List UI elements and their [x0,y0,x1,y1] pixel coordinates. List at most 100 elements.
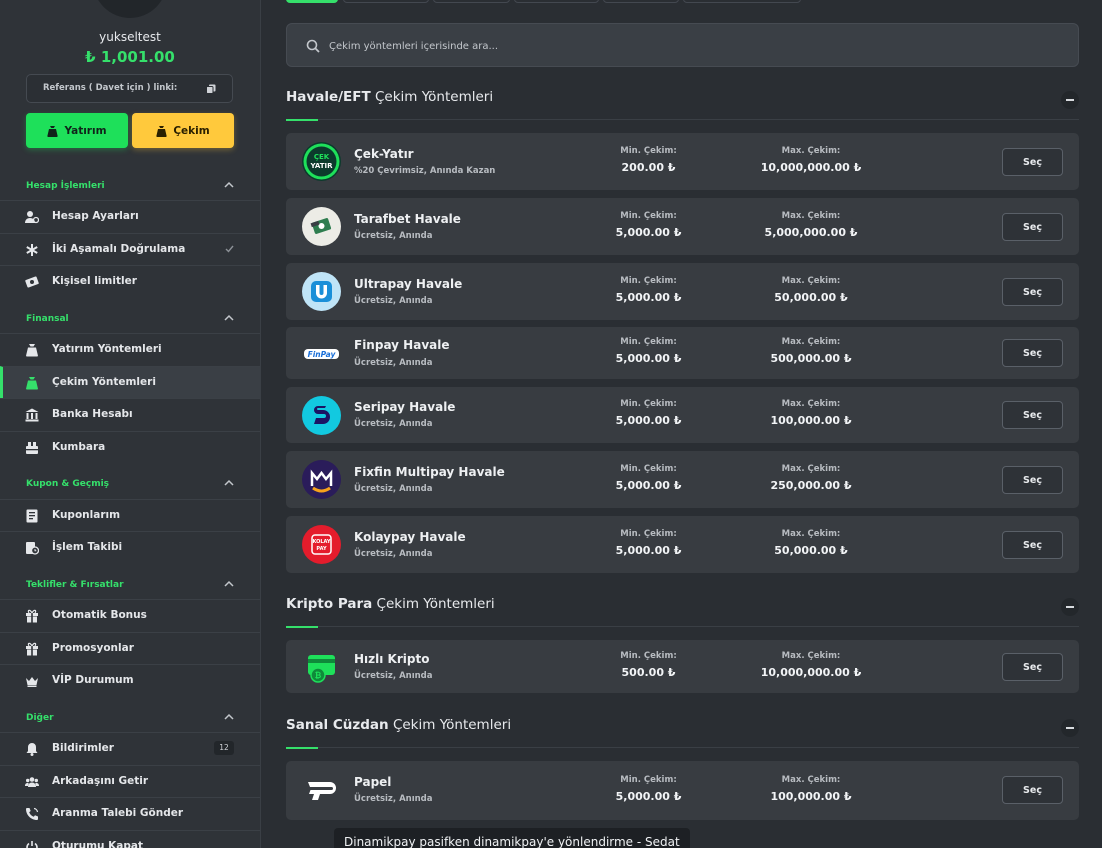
method-row-cek-yatir: ÇEK YATIR Çek-Yatır %20 Çevrimsiz, Anında… [286,133,1079,190]
chevron-up-icon [224,713,234,720]
sidebar-item-label: İki Aşamalı Doğrulama [52,243,186,255]
select-button[interactable]: Seç [1002,531,1063,559]
money-icon [25,276,39,288]
select-button[interactable]: Seç [1002,148,1063,176]
sidebar-item-vip-durumum[interactable]: VİP Durumum [0,664,260,696]
sidebar-item-label: Kuponlarım [52,509,121,521]
collapse-button[interactable] [1061,598,1079,616]
withdraw-label: Çekim [173,124,210,137]
moneybag-icon [47,125,59,137]
search-bar [286,23,1079,67]
select-button[interactable]: Seç [1002,776,1063,804]
sidebar-item-label: Hesap Ayarları [52,210,139,222]
min-withdraw: Min. Çekim: 5,000.00 ₺ [615,529,682,557]
method-name: Tarafbet Havale [354,212,461,226]
sidebar-item-kuponlarim[interactable]: Kuponlarım [0,499,260,531]
method-name: Hızlı Kripto [354,652,430,666]
method-subtitle: Ücretsiz, Anında [354,419,433,429]
referral-label: Referans ( Davet için ) linki: [43,83,178,93]
piggy-icon [26,442,38,454]
sidebar-item-hesap-ayarlari[interactable]: Hesap Ayarları [0,200,260,232]
method-row-fixfin: Fixfin Multipay Havale Ücretsiz, Anında … [286,451,1079,508]
sidebar-item-label: Aranma Talebi Gönder [52,807,184,819]
withdraw-button[interactable]: Çekim [132,113,234,148]
select-button[interactable]: Seç [1002,401,1063,429]
min-withdraw: Min. Çekim: 5,000.00 ₺ [615,276,682,304]
tab-5[interactable] [603,0,679,3]
sidebar-item-bildirimler[interactable]: Bildirimler 12 [0,732,260,764]
section-teklifler[interactable]: Teklifler & Fırsatlar [0,570,260,600]
tab-2[interactable] [343,0,429,3]
min-withdraw: Min. Çekim: 500.00 ₺ [620,651,677,679]
method-subtitle: Ücretsiz, Anında [354,484,433,494]
sidebar-item-aranma-talebi[interactable]: Aranma Talebi Gönder [0,797,260,829]
section-finansal[interactable]: Finansal [0,304,260,334]
tooltip: Dinamikpay pasifken dinamikpay'e yönlend… [334,828,690,848]
sidebar-item-arkadasini-getir[interactable]: Arkadaşını Getir [0,765,260,797]
sidebar-item-kisisel-limitler[interactable]: Kişisel limitler [0,265,260,297]
tab-3[interactable] [433,0,510,3]
sidebar-item-label: Arkadaşını Getir [52,775,149,787]
moneybag-icon [156,125,167,137]
tab-1[interactable] [286,0,338,3]
balance: ₺ 1,001.00 [85,48,175,66]
sidebar-item-label: Yatırım Yöntemleri [52,343,162,355]
select-button[interactable]: Seç [1002,278,1063,306]
bank-icon [25,408,39,422]
section-title: Finansal [26,314,69,324]
sidebar-item-promosyonlar[interactable]: Promosyonlar [0,632,260,664]
sidebar-item-islem-takibi[interactable]: İşlem Takibi [0,531,260,563]
chevron-up-icon [224,580,234,587]
referral-link-box[interactable]: Referans ( Davet için ) linki: [26,74,233,103]
select-button[interactable]: Seç [1002,213,1063,241]
power-icon [26,841,38,848]
sidebar-item-yatirim-yontemleri[interactable]: Yatırım Yöntemleri [0,333,260,365]
group-header-kripto: Kripto Para Çekim Yöntemleri [286,591,1079,628]
sidebar-item-iki-asamali[interactable]: İki Aşamalı Doğrulama [0,233,260,265]
tab-4[interactable] [514,0,599,3]
avatar[interactable] [93,0,167,18]
sidebar-item-label: Çekim Yöntemleri [52,376,156,388]
min-withdraw: Min. Çekim: 200.00 ₺ [620,146,677,174]
sidebar-item-cekim-yontemleri[interactable]: Çekim Yöntemleri [0,366,260,398]
sidebar-item-label: Oturumu Kapat [52,840,143,848]
deposit-button[interactable]: Yatırım [26,113,128,148]
sidebar-item-kumbara[interactable]: Kumbara [0,431,260,463]
papel-logo-icon [302,771,341,810]
collapse-button[interactable] [1061,91,1079,109]
tab-6[interactable] [683,0,801,3]
method-subtitle: Ücretsiz, Anında [354,794,433,804]
tarafbet-logo-icon [302,207,341,246]
collapse-button[interactable] [1061,719,1079,737]
sidebar-item-banka-hesabi[interactable]: Banka Hesabı [0,398,260,430]
method-subtitle: Ücretsiz, Anında [354,671,433,681]
ticket-icon [26,509,38,523]
min-withdraw: Min. Çekim: 5,000.00 ₺ [615,337,682,365]
divider [318,626,1079,627]
main-content: Havale/EFT Çekim Yöntemleri ÇEKYATIR Çek… [261,0,1102,848]
max-withdraw: Max. Çekim: 100,000.00 ₺ [770,399,852,427]
section-hesap-islemleri[interactable]: Hesap İşlemleri [0,171,260,201]
method-name: Papel [354,775,392,789]
crown-icon [26,677,38,687]
min-withdraw: Min. Çekim: 5,000.00 ₺ [615,464,682,492]
method-row-kolaypay: KOLAY PAY Kolaypay Havale Ücretsiz, Anınd… [286,516,1079,573]
section-diger[interactable]: Diğer [0,703,260,733]
select-button[interactable]: Seç [1002,466,1063,494]
method-subtitle: Ücretsiz, Anında [354,549,433,559]
chevron-up-icon [224,479,234,486]
select-button[interactable]: Seç [1002,339,1063,367]
select-button[interactable]: Seç [1002,653,1063,681]
method-subtitle: Ücretsiz, Anında [354,231,433,241]
max-withdraw: Max. Çekim: 100,000.00 ₺ [770,775,852,803]
divider [318,747,1079,748]
sidebar-item-label: Promosyonlar [52,642,134,654]
users-icon [25,777,39,787]
copy-icon[interactable] [206,84,216,94]
section-kupon-gecmis[interactable]: Kupon & Geçmiş [0,469,260,499]
sidebar-item-oturumu-kapat[interactable]: Oturumu Kapat [0,830,260,848]
notification-count-badge: 12 [214,741,234,755]
search-input[interactable] [329,36,1029,56]
divider [318,119,1079,120]
sidebar-item-otomatik-bonus[interactable]: Otomatik Bonus [0,599,260,631]
